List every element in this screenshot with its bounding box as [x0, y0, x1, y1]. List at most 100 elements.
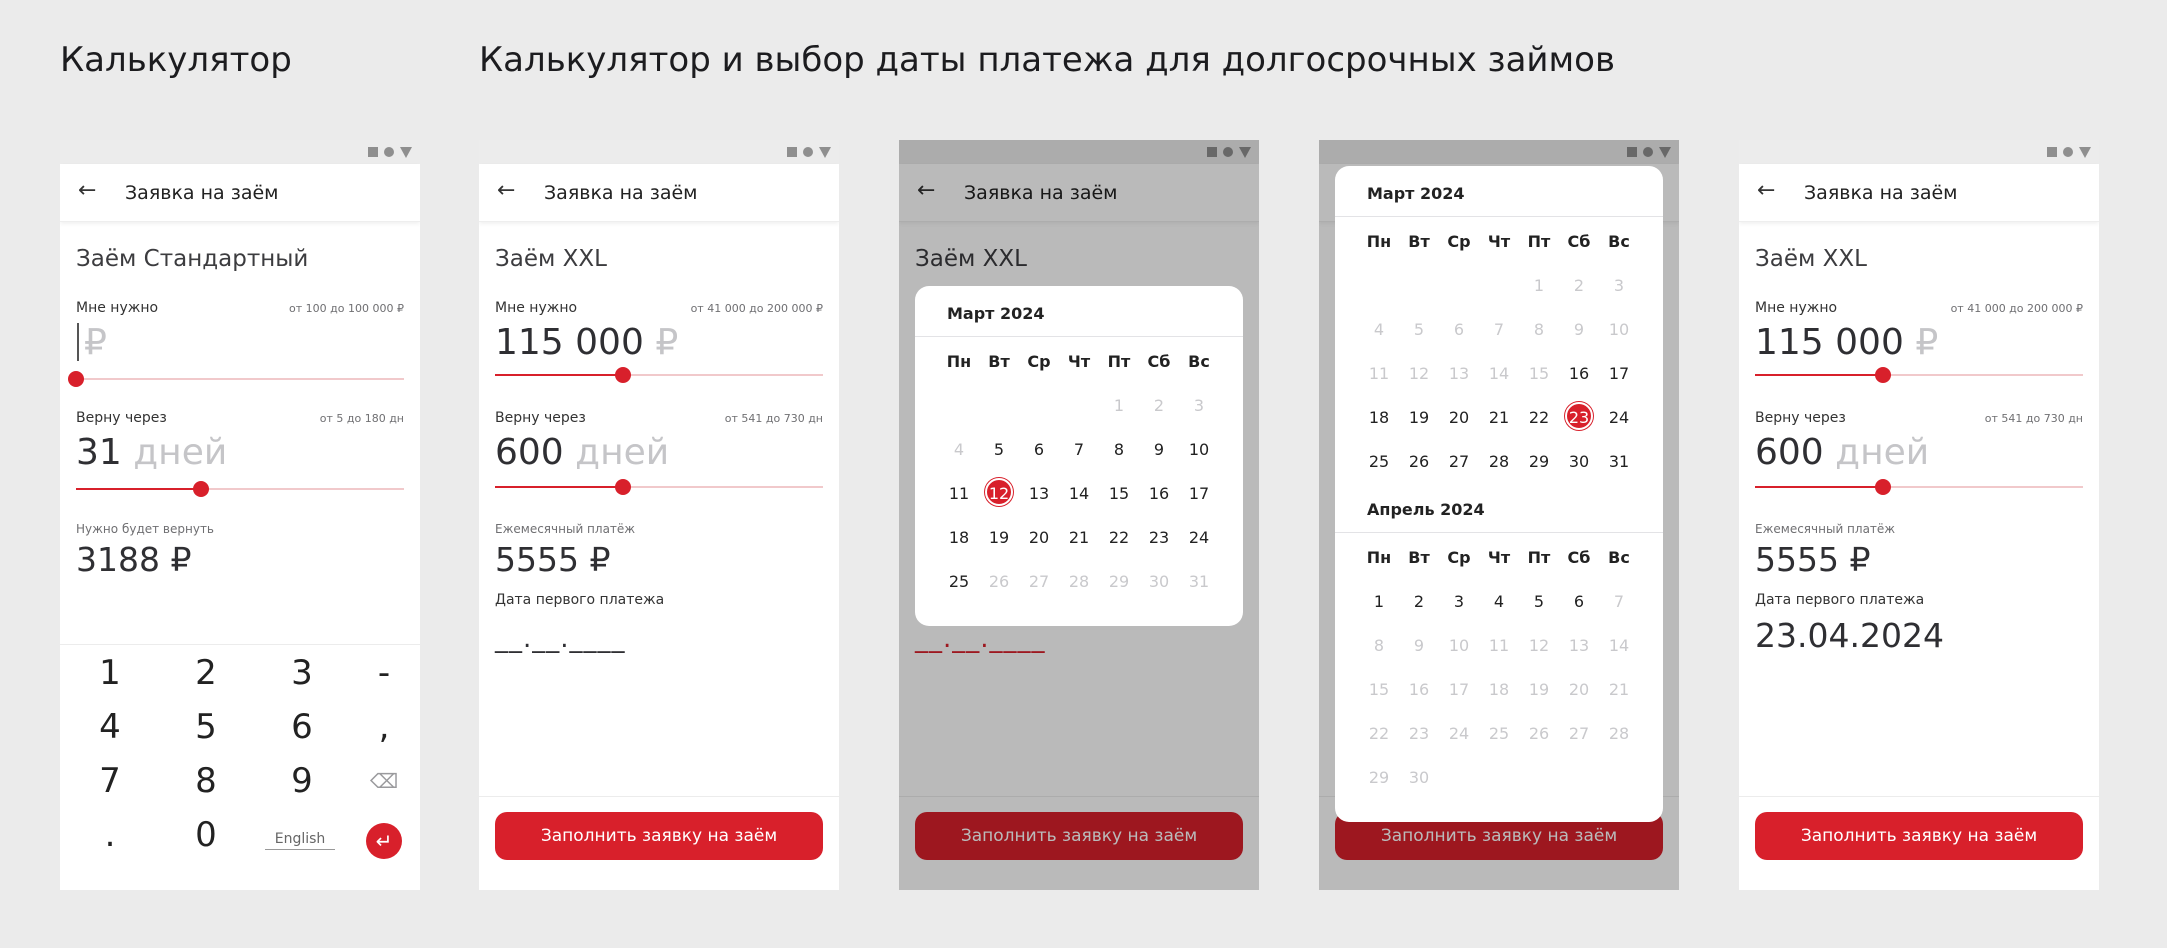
calendar-day[interactable]: 20: [1019, 516, 1059, 560]
key-2[interactable]: 2: [176, 653, 236, 693]
product-title: Заём XXL: [1755, 246, 1867, 272]
calendar-day[interactable]: 22: [1099, 516, 1139, 560]
calendar-day[interactable]: 18: [1359, 396, 1399, 440]
term-slider[interactable]: [495, 479, 823, 495]
key-9[interactable]: 9: [272, 761, 332, 801]
first-date-value[interactable]: 23.04.2024: [1755, 616, 1944, 655]
submit-button[interactable]: Заполнить заявку на заём: [1755, 812, 2083, 860]
calendar-day-number: 27: [1568, 724, 1590, 743]
key-dot[interactable]: .: [80, 815, 140, 855]
key-7[interactable]: 7: [80, 761, 140, 801]
term-slider[interactable]: [1755, 479, 2083, 495]
term-slider-knob[interactable]: [1874, 479, 1891, 495]
calendar-day[interactable]: 29: [1519, 440, 1559, 484]
calendar-day[interactable]: 7: [1059, 428, 1099, 472]
calendar-day[interactable]: 8: [1099, 428, 1139, 472]
amount-value: 115 000: [495, 322, 644, 363]
calendar-day[interactable]: 26: [1399, 440, 1439, 484]
calendar-day[interactable]: 10: [1179, 428, 1219, 472]
amount-slider[interactable]: [495, 367, 823, 383]
key-comma[interactable]: ,: [354, 707, 414, 747]
calendar-day[interactable]: 6: [1019, 428, 1059, 472]
term-slider-knob[interactable]: [614, 479, 631, 495]
calendar-day[interactable]: 4: [1479, 580, 1519, 624]
calendar-day[interactable]: 19: [1399, 396, 1439, 440]
calendar-day[interactable]: 30: [1559, 440, 1599, 484]
term-input[interactable]: 600 дней: [495, 432, 669, 473]
calendar-day[interactable]: 17: [1599, 352, 1639, 396]
term-value: 600: [1755, 432, 1824, 473]
calendar-day[interactable]: 24: [1179, 516, 1219, 560]
amount-slider[interactable]: [1755, 367, 2083, 383]
calendar-day[interactable]: 1: [1359, 580, 1399, 624]
weekday-label: Чт: [1067, 352, 1091, 371]
backspace-icon[interactable]: ⌫: [354, 769, 414, 793]
calendar-day[interactable]: 25: [1359, 440, 1399, 484]
amount-input[interactable]: ₽: [84, 322, 107, 363]
calendar-day[interactable]: 25: [939, 560, 979, 604]
amount-input[interactable]: 115 000 ₽: [495, 322, 678, 363]
back-arrow-icon[interactable]: ←: [78, 178, 96, 203]
calendar-day-number: 25: [948, 572, 970, 591]
calendar-day[interactable]: 21: [1479, 396, 1519, 440]
calendar-day-number: 8: [1533, 320, 1545, 339]
key-minus[interactable]: -: [354, 653, 414, 693]
calendar-day[interactable]: 24: [1599, 396, 1639, 440]
calendar-day[interactable]: 16: [1559, 352, 1599, 396]
term-input[interactable]: 31 дней: [76, 432, 227, 473]
calendar-day-number: 12: [1408, 364, 1430, 383]
calendar-day[interactable]: 14: [1059, 472, 1099, 516]
submit-button[interactable]: Заполнить заявку на заём: [495, 812, 823, 860]
term-slider[interactable]: [76, 481, 404, 497]
calendar-day[interactable]: 21: [1059, 516, 1099, 560]
key-8[interactable]: 8: [176, 761, 236, 801]
calendar-day[interactable]: 16: [1139, 472, 1179, 516]
key-0[interactable]: 0: [176, 815, 236, 855]
back-arrow-icon[interactable]: ←: [1757, 178, 1775, 203]
calendar-day[interactable]: 31: [1599, 440, 1639, 484]
calendar-day[interactable]: 20: [1439, 396, 1479, 440]
calendar-day[interactable]: 11: [939, 472, 979, 516]
amount-slider-knob[interactable]: [614, 367, 631, 383]
calendar-day[interactable]: 27: [1439, 440, 1479, 484]
key-6[interactable]: 6: [272, 707, 332, 747]
amount-slider[interactable]: [68, 371, 404, 387]
term-slider-knob[interactable]: [192, 481, 209, 497]
calendar-day[interactable]: 23: [1139, 516, 1179, 560]
calendar-grid-march: Пн Вт Ср Чт Пт Сб Вс 1 2 3 4 5 6 7 8 9 10 11 12 13 14 15 16 17 1…: [1359, 220, 1639, 484]
amount-slider-knob[interactable]: [1874, 367, 1891, 383]
calendar-day-selected[interactable]: 23: [1559, 396, 1599, 440]
circle-icon: [384, 147, 394, 157]
calendar-day[interactable]: 5: [979, 428, 1019, 472]
calendar-day[interactable]: 9: [1139, 428, 1179, 472]
amount-slider-knob[interactable]: [68, 371, 84, 387]
first-date-input[interactable]: __.__.____: [495, 624, 626, 654]
calendar-day[interactable]: 5: [1519, 580, 1559, 624]
calendar-day[interactable]: 15: [1099, 472, 1139, 516]
calendar-day[interactable]: 6: [1559, 580, 1599, 624]
status-bar: [60, 140, 420, 164]
amount-input[interactable]: 115 000 ₽: [1755, 322, 1938, 363]
calendar-day[interactable]: 18: [939, 516, 979, 560]
amount-slider-fill: [495, 374, 623, 376]
app-bar: ← Заявка на заём: [1739, 164, 2099, 222]
calendar-day: 13: [1439, 352, 1479, 396]
calendar-day[interactable]: 19: [979, 516, 1019, 560]
calendar-day[interactable]: 3: [1439, 580, 1479, 624]
key-5[interactable]: 5: [176, 707, 236, 747]
key-4[interactable]: 4: [80, 707, 140, 747]
calendar-day-selected[interactable]: 12: [979, 472, 1019, 516]
language-key[interactable]: English: [265, 829, 335, 850]
calendar-day[interactable]: 17: [1179, 472, 1219, 516]
calendar-day-number: 6: [1453, 320, 1465, 339]
calendar-day-number: 28: [1608, 724, 1630, 743]
calendar-day[interactable]: 28: [1479, 440, 1519, 484]
key-1[interactable]: 1: [80, 653, 140, 693]
enter-icon[interactable]: ↵: [366, 823, 402, 859]
term-input[interactable]: 600 дней: [1755, 432, 1929, 473]
calendar-day[interactable]: 22: [1519, 396, 1559, 440]
calendar-day[interactable]: 13: [1019, 472, 1059, 516]
key-3[interactable]: 3: [272, 653, 332, 693]
calendar-day[interactable]: 2: [1399, 580, 1439, 624]
back-arrow-icon[interactable]: ←: [497, 178, 515, 203]
